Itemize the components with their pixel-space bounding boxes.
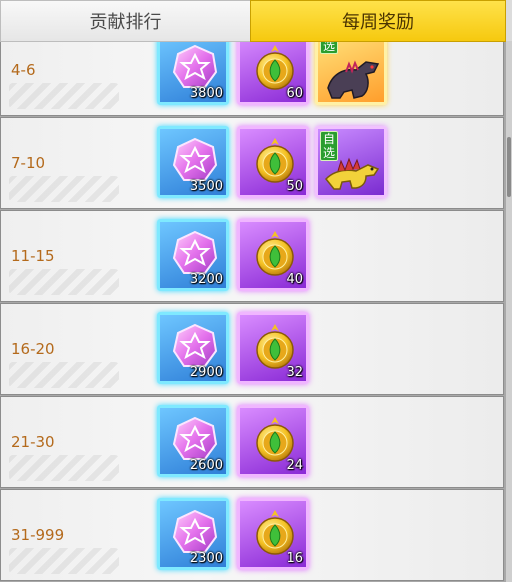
- reward-row: 11-15 3200 40: [0, 210, 504, 302]
- gem-quantity: 3800: [189, 86, 223, 101]
- reward-row: 4-6 3800 60 选: [0, 41, 504, 116]
- gem-reward-item[interactable]: 2300: [157, 498, 229, 570]
- gem-reward-item[interactable]: 2900: [157, 312, 229, 384]
- coin-quantity: 50: [286, 179, 303, 194]
- gem-quantity: 3500: [189, 179, 223, 194]
- coin-quantity: 40: [286, 272, 303, 287]
- coin-shape: [256, 138, 294, 183]
- gem-shape: [172, 416, 218, 460]
- gem-shape: [172, 230, 218, 274]
- reward-row: 16-20 2900 32: [0, 303, 504, 395]
- coin-quantity: 32: [286, 365, 303, 380]
- gem-reward-item[interactable]: 2600: [157, 405, 229, 477]
- coin-quantity: 24: [286, 458, 303, 473]
- gem-reward-item[interactable]: 3500: [157, 126, 229, 198]
- coin-reward-item[interactable]: 32: [237, 312, 309, 384]
- dino-shape: [327, 60, 380, 99]
- tab-weekly-rewards[interactable]: 每周奖励: [250, 0, 506, 42]
- rank-range-label: 4-6: [11, 61, 36, 79]
- coin-shape: [256, 417, 294, 462]
- rank-range-label: 11-15: [11, 247, 55, 265]
- gem-quantity: 3200: [189, 272, 223, 287]
- coin-quantity: 16: [286, 551, 303, 566]
- rank-range-label: 21-30: [11, 433, 55, 451]
- coin-reward-item[interactable]: 16: [237, 498, 309, 570]
- coin-reward-item[interactable]: 50: [237, 126, 309, 198]
- coin-shape: [256, 231, 294, 276]
- gem-reward-item[interactable]: 3800: [157, 41, 229, 105]
- dinosaur-reward-item[interactable]: 选: [315, 41, 387, 105]
- rank-range-label: 7-10: [11, 154, 46, 172]
- scrollbar-thumb[interactable]: [507, 137, 511, 198]
- coin-reward-item[interactable]: 40: [237, 219, 309, 291]
- coin-reward-item[interactable]: 60: [237, 41, 309, 105]
- reward-tabs: 贡献排行 每周奖励: [0, 0, 512, 44]
- coin-shape: [256, 45, 294, 90]
- rank-range-label: 16-20: [11, 340, 55, 358]
- scrollbar[interactable]: [506, 41, 512, 582]
- gem-quantity: 2300: [189, 551, 223, 566]
- reward-row: 21-30 2600 24: [0, 396, 504, 488]
- gem-shape: [172, 137, 218, 181]
- dinosaur-reward-item[interactable]: 自选: [315, 126, 387, 198]
- gem-shape: [172, 44, 218, 88]
- reward-row: 7-10 3500 50 自选: [0, 117, 504, 209]
- tab-contribution-ranking[interactable]: 贡献排行: [0, 0, 250, 42]
- coin-quantity: 60: [286, 86, 303, 101]
- coin-reward-item[interactable]: 24: [237, 405, 309, 477]
- coin-shape: [256, 324, 294, 369]
- gem-quantity: 2600: [189, 458, 223, 473]
- coin-shape: [256, 510, 294, 555]
- gem-reward-item[interactable]: 3200: [157, 219, 229, 291]
- gem-quantity: 2900: [189, 365, 223, 380]
- optional-pick-tag: 自选: [320, 131, 338, 161]
- rank-range-label: 31-999: [11, 526, 65, 544]
- reward-row: 31-999 2300 16: [0, 489, 504, 581]
- reward-list[interactable]: 4-6 3800 60 选 7-10 3500 50 自选 11-15 3200 40 16-20 29…: [0, 41, 506, 582]
- gem-shape: [172, 509, 218, 553]
- gem-shape: [172, 323, 218, 367]
